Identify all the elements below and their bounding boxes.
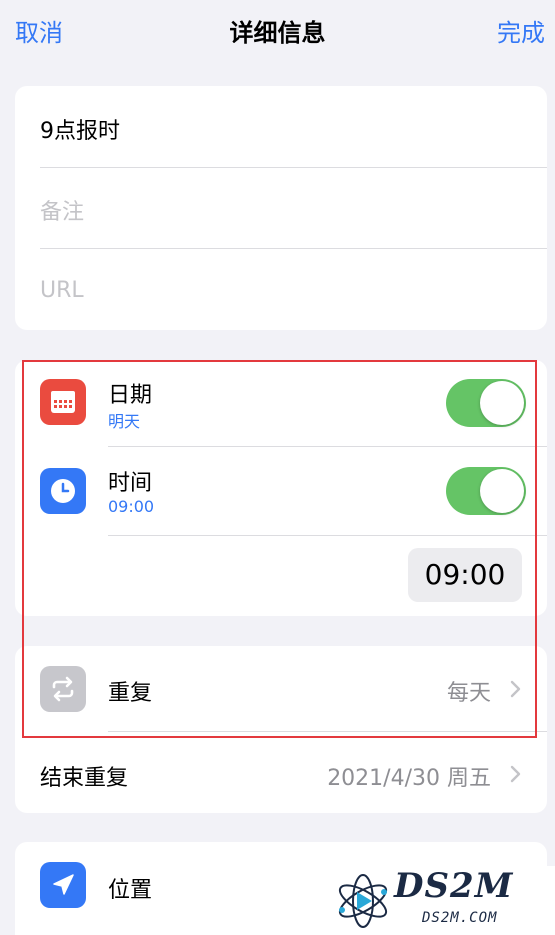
notes-field[interactable]: 备注 <box>40 194 84 226</box>
time-value: 09:00 <box>108 497 155 516</box>
repeat-icon <box>40 666 86 712</box>
time-picker[interactable]: 09:00 <box>408 548 522 602</box>
time-toggle[interactable] <box>446 467 526 515</box>
page-title: 详细信息 <box>229 19 326 47</box>
time-label: 时间 <box>108 471 153 496</box>
toggle-knob <box>480 381 524 425</box>
cancel-button[interactable]: 取消 <box>15 13 63 48</box>
date-toggle[interactable] <box>446 379 526 427</box>
chevron-right-icon <box>510 680 521 698</box>
location-arrow-icon <box>40 862 86 908</box>
done-button[interactable]: 完成 <box>497 13 545 48</box>
repeat-card: 重复 每天 结束重复 2021/4/30 周五 <box>15 646 547 813</box>
end-repeat-value[interactable]: 2021/4/30 周五 <box>327 760 491 792</box>
date-value: 明天 <box>108 412 141 431</box>
divider <box>40 248 547 249</box>
info-card: 9点报时 备注 URL <box>15 86 547 330</box>
toggle-knob <box>480 469 524 513</box>
repeat-value[interactable]: 每天 <box>447 675 491 707</box>
date-time-card: 日期 明天 时间 09:00 09:00 <box>15 360 547 616</box>
logo-icon <box>338 874 388 928</box>
watermark-domain: DS2M.COM <box>422 910 498 926</box>
url-field[interactable]: URL <box>40 278 84 303</box>
chevron-right-icon <box>510 765 521 783</box>
navigation-bar: 详细信息 取消 完成 <box>0 0 555 62</box>
title-field[interactable]: 9点报时 <box>40 113 120 145</box>
divider <box>40 167 547 168</box>
calendar-icon <box>40 379 86 425</box>
location-label: 位置 <box>108 878 153 903</box>
divider <box>108 535 547 536</box>
divider <box>108 446 547 447</box>
watermark-brand: DS2M <box>394 866 514 906</box>
watermark: DS2M DS2M.COM <box>318 866 555 935</box>
clock-icon <box>40 468 86 514</box>
divider <box>108 731 547 732</box>
end-repeat-label: 结束重复 <box>40 766 129 791</box>
repeat-label: 重复 <box>108 681 153 706</box>
date-label: 日期 <box>108 383 153 408</box>
